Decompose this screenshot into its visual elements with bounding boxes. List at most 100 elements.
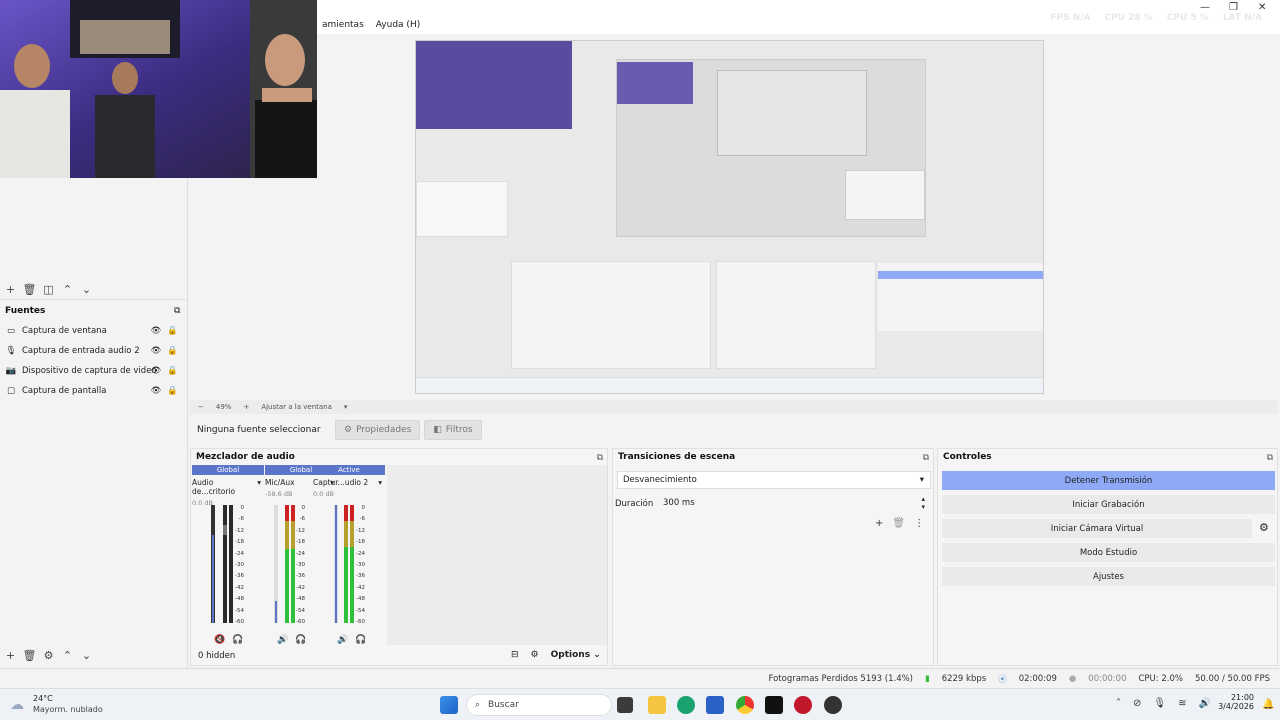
lock-icon[interactable]: 🔒: [167, 366, 178, 376]
settings-button[interactable]: Ajustes: [942, 567, 1275, 586]
source-item[interactable]: ▢ Captura de pantalla 👁 🔒: [4, 381, 184, 401]
tiktok-icon[interactable]: [765, 696, 783, 714]
clock[interactable]: 21:00 3/4/2026: [1214, 693, 1254, 711]
db-scale: 0 -6 -12 -18 -24 -30 -36 -42 -48 -54 -60: [356, 505, 365, 626]
channel-db: 0.0 dB: [192, 499, 213, 507]
source-item[interactable]: 📷 Dispositivo de captura de video 👁 🔒: [4, 361, 184, 381]
speaker-icon[interactable]: 🔊: [277, 635, 288, 645]
headphones-icon[interactable]: 🎧: [355, 635, 366, 645]
remove-scene-button[interactable]: 🗑: [21, 282, 38, 296]
volume-slider[interactable]: [334, 505, 338, 623]
headphones-icon[interactable]: 🎧: [232, 635, 243, 645]
microphone-icon[interactable]: 🎙: [1153, 698, 1166, 709]
stop-stream-button[interactable]: Detener Transmisión: [942, 471, 1275, 490]
task-view-icon[interactable]: [617, 697, 633, 713]
store-icon[interactable]: [706, 696, 724, 714]
add-scene-button[interactable]: +: [2, 282, 19, 296]
chrome-icon[interactable]: [736, 696, 754, 714]
speaker-icon[interactable]: 🔊: [337, 635, 348, 645]
volume-icon[interactable]: 🔊: [1198, 698, 1210, 709]
muted-speaker-icon[interactable]: 🔇: [214, 635, 225, 645]
move-down-icon[interactable]: ⌄: [78, 282, 95, 296]
filters-button[interactable]: ◧ Filtros: [424, 420, 482, 440]
source-item[interactable]: 🎙 Captura de entrada audio 2 👁 🔒: [4, 341, 184, 361]
move-down-icon[interactable]: ⌄: [78, 648, 95, 662]
level-meter: [344, 505, 348, 623]
volume-slider[interactable]: [274, 505, 278, 623]
taskbar-search[interactable]: ⌕ Buscar: [466, 694, 612, 716]
transition-select[interactable]: Desvanecimiento ▾: [617, 471, 931, 489]
hidden-count: 0 hidden: [198, 651, 236, 661]
popout-icon[interactable]: ⧉: [597, 453, 603, 463]
studio-mode-button[interactable]: Modo Estudio: [942, 543, 1275, 562]
menu-help[interactable]: Ayuda (H): [370, 20, 426, 30]
more-icon[interactable]: ⋮: [914, 518, 924, 529]
mixer-empty-area: [387, 465, 607, 645]
stream-icon: ⦿: [998, 674, 1007, 685]
network-off-icon[interactable]: ⊘: [1133, 698, 1141, 709]
zoom-out-button[interactable]: −: [198, 403, 204, 411]
chevron-down-icon[interactable]: ▾: [344, 403, 348, 411]
start-virtual-camera-button[interactable]: Iniciar Cámara Virtual: [942, 519, 1252, 538]
preview-nested-screen: [616, 59, 926, 237]
move-up-icon[interactable]: ⌃: [59, 282, 76, 296]
move-up-icon[interactable]: ⌃: [59, 648, 76, 662]
add-transition-button[interactable]: +: [875, 518, 883, 529]
scene-filters-button[interactable]: ◫: [40, 282, 57, 296]
channel-name: Mic/Aux: [265, 478, 295, 487]
headphones-icon[interactable]: 🎧: [295, 635, 306, 645]
eye-icon[interactable]: 👁: [151, 386, 162, 396]
source-item[interactable]: ▭ Captura de ventana 👁 🔒: [4, 321, 184, 341]
duration-label: Duración: [615, 499, 654, 509]
advanced-audio-icon[interactable]: ⚙: [531, 650, 539, 660]
lock-icon[interactable]: 🔒: [167, 346, 178, 356]
popout-icon[interactable]: ⧉: [923, 453, 929, 463]
gear-icon[interactable]: ⚙: [1259, 521, 1269, 534]
sources-popout-icon[interactable]: ⧉: [174, 306, 180, 316]
weather-temp[interactable]: 24°C: [33, 694, 53, 703]
duration-input[interactable]: 300 ms ▴ ▾: [659, 494, 929, 512]
lock-icon[interactable]: 🔒: [167, 386, 178, 396]
spinner-icon[interactable]: ▴ ▾: [921, 495, 925, 511]
chevron-up-icon[interactable]: ˄: [1116, 698, 1121, 709]
menu-tools[interactable]: amientas: [316, 20, 370, 30]
volume-slider[interactable]: [211, 505, 215, 623]
properties-button[interactable]: ⚙ Propiedades: [335, 420, 421, 440]
zoom-in-button[interactable]: +: [243, 403, 249, 411]
stats-overlay: FPS N/A CPU 28 % CPU 5 % LAT N/A: [1050, 13, 1262, 23]
weather-icon[interactable]: ☁: [10, 697, 24, 713]
options-button[interactable]: Options ⌄: [551, 650, 601, 660]
program-preview[interactable]: [415, 40, 1044, 394]
eye-icon[interactable]: 👁: [151, 366, 162, 376]
layout-icon[interactable]: ⊟: [511, 650, 519, 660]
add-source-button[interactable]: +: [2, 648, 19, 662]
eye-icon[interactable]: 👁: [151, 346, 162, 356]
remove-transition-button[interactable]: 🗑: [892, 518, 905, 529]
remove-source-button[interactable]: 🗑: [21, 648, 38, 662]
camera-icon: 📷: [5, 366, 17, 376]
lock-icon[interactable]: 🔒: [167, 326, 178, 336]
weather-desc[interactable]: Mayorm. nublado: [33, 705, 103, 714]
edge-icon[interactable]: [677, 696, 695, 714]
popout-icon[interactable]: ⧉: [1267, 453, 1273, 463]
minimize-button[interactable]: —: [1200, 2, 1210, 13]
source-settings-button[interactable]: ⚙: [40, 648, 57, 662]
audio-mixer-title: Mezclador de audio: [196, 452, 295, 462]
zoom-fit-select[interactable]: Ajustar a la ventana: [261, 403, 332, 411]
divider: [0, 299, 188, 300]
windows-start-icon[interactable]: [440, 696, 458, 714]
notification-icon[interactable]: 🔔: [1262, 699, 1274, 710]
file-explorer-icon[interactable]: [648, 696, 666, 714]
wifi-icon[interactable]: ≋: [1178, 698, 1186, 709]
app-icon[interactable]: [794, 696, 812, 714]
start-recording-button[interactable]: Iniciar Grabación: [942, 495, 1275, 514]
maximize-button[interactable]: ❐: [1229, 2, 1238, 13]
chevron-down-icon[interactable]: ▾: [378, 478, 382, 487]
obs-icon[interactable]: [824, 696, 842, 714]
chevron-down-icon[interactable]: ▾: [257, 478, 261, 496]
close-button[interactable]: ✕: [1258, 2, 1266, 13]
eye-icon[interactable]: 👁: [151, 326, 162, 336]
bitrate: 6229 kbps: [941, 673, 987, 684]
dropped-frames: Fotogramas Perdidos 5193 (1.4%): [768, 673, 913, 684]
window-icon: ▭: [6, 326, 16, 336]
